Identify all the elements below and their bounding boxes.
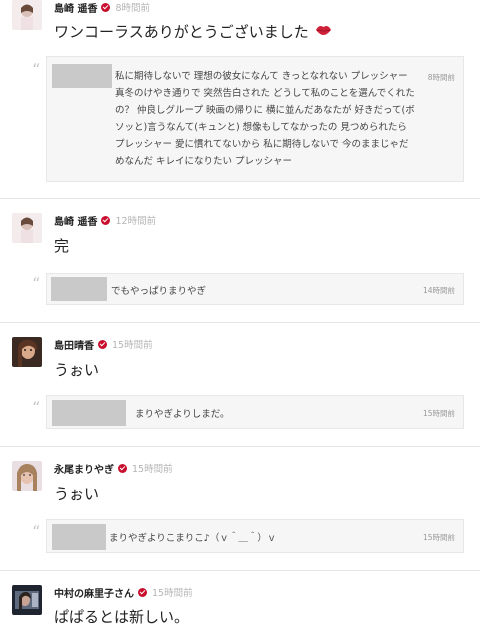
- avatar[interactable]: [12, 337, 42, 367]
- author-name[interactable]: 島崎 遥香: [54, 213, 97, 228]
- post-1: 島崎 遥香 8時間前 ワンコーラスありがとうございました “ 私に期待しないで …: [0, 0, 480, 196]
- post-5: 中村の麻里子さん 15時間前 ぱぱるとは新しい。: [0, 582, 480, 634]
- quoted-message[interactable]: まりやぎよりしまだ。 15時間前: [46, 395, 464, 429]
- verified-badge-icon: [138, 587, 147, 597]
- post-text: うぉい: [54, 360, 100, 379]
- avatar[interactable]: [12, 461, 42, 491]
- quote-mark-icon: “: [32, 522, 41, 541]
- post-2: 島崎 遥香 12時間前 完 “ でもやっぱりまりやぎ 14時間前: [0, 210, 480, 320]
- quote-mark-icon: “: [32, 398, 41, 417]
- divider: [0, 446, 480, 447]
- verified-badge-icon: [101, 215, 111, 225]
- post-text: ぱぱるとは新しい。: [54, 607, 190, 626]
- post-body: 完: [54, 234, 69, 256]
- author-name[interactable]: 永尾まりやぎ: [54, 461, 114, 476]
- timestamp[interactable]: 15時間前: [152, 585, 193, 599]
- quoted-text: 私に期待しないで 理想の彼女になんて きっとなれない プレッシャー 真冬のけやき…: [115, 71, 415, 167]
- author-name[interactable]: 中村の麻里子さん: [54, 585, 134, 600]
- post-body: うぉい: [54, 358, 99, 380]
- post-body: ワンコーラスありがとうございました: [54, 20, 332, 42]
- quoted-timestamp: 15時間前: [422, 533, 455, 542]
- timestamp[interactable]: 15時間前: [112, 337, 153, 351]
- verified-badge-icon: [98, 339, 107, 349]
- author-name[interactable]: 島崎 遥香: [54, 0, 97, 15]
- post-body: うぉい: [54, 482, 99, 504]
- quoted-text: まりやぎよりこまりこ♪（ｖ＾＿＾）ｖ: [109, 533, 277, 544]
- avatar[interactable]: [12, 585, 42, 615]
- timestamp[interactable]: 12時間前: [115, 213, 156, 227]
- quoted-text: まりやぎよりしまだ。: [135, 409, 230, 420]
- avatar[interactable]: [12, 0, 42, 30]
- timestamp[interactable]: 15時間前: [132, 461, 173, 475]
- post-body: ぱぱるとは新しい。: [54, 605, 189, 627]
- lips-icon: [315, 22, 332, 40]
- quoted-avatar: [52, 400, 126, 426]
- quote-mark-icon: “: [32, 60, 41, 79]
- quoted-avatar: [52, 524, 106, 550]
- quoted-message[interactable]: 私に期待しないで 理想の彼女になんて きっとなれない プレッシャー 真冬のけやき…: [46, 56, 464, 182]
- post-text: うぉい: [54, 484, 100, 503]
- quoted-message[interactable]: でもやっぱりまりやぎ 14時間前: [46, 273, 464, 305]
- divider: [0, 322, 480, 323]
- post-3: 島田晴香 15時間前 うぉい “ まりやぎよりしまだ。 15時間前: [0, 334, 480, 444]
- quoted-timestamp: 14時間前: [422, 286, 455, 295]
- quoted-avatar: [51, 277, 107, 301]
- post-text: 完: [54, 236, 70, 255]
- divider: [0, 198, 480, 199]
- verified-badge-icon: [101, 2, 111, 12]
- quoted-text: でもやっぱりまりやぎ: [111, 286, 207, 297]
- quote-mark-icon: “: [32, 274, 41, 293]
- avatar[interactable]: [12, 213, 42, 243]
- timestamp[interactable]: 8時間前: [115, 0, 150, 14]
- post-text: ワンコーラスありがとうございました: [54, 22, 309, 41]
- post-4: 永尾まりやぎ 15時間前 うぉい “ まりやぎよりこまりこ♪（ｖ＾＿＾）ｖ 15…: [0, 458, 480, 568]
- quoted-message[interactable]: まりやぎよりこまりこ♪（ｖ＾＿＾）ｖ 15時間前: [46, 519, 464, 553]
- quoted-timestamp: 8時間前: [427, 73, 455, 82]
- verified-badge-icon: [118, 463, 127, 473]
- author-name[interactable]: 島田晴香: [54, 337, 94, 352]
- quoted-timestamp: 15時間前: [422, 409, 455, 418]
- divider: [0, 570, 480, 571]
- quoted-avatar: [52, 64, 112, 88]
